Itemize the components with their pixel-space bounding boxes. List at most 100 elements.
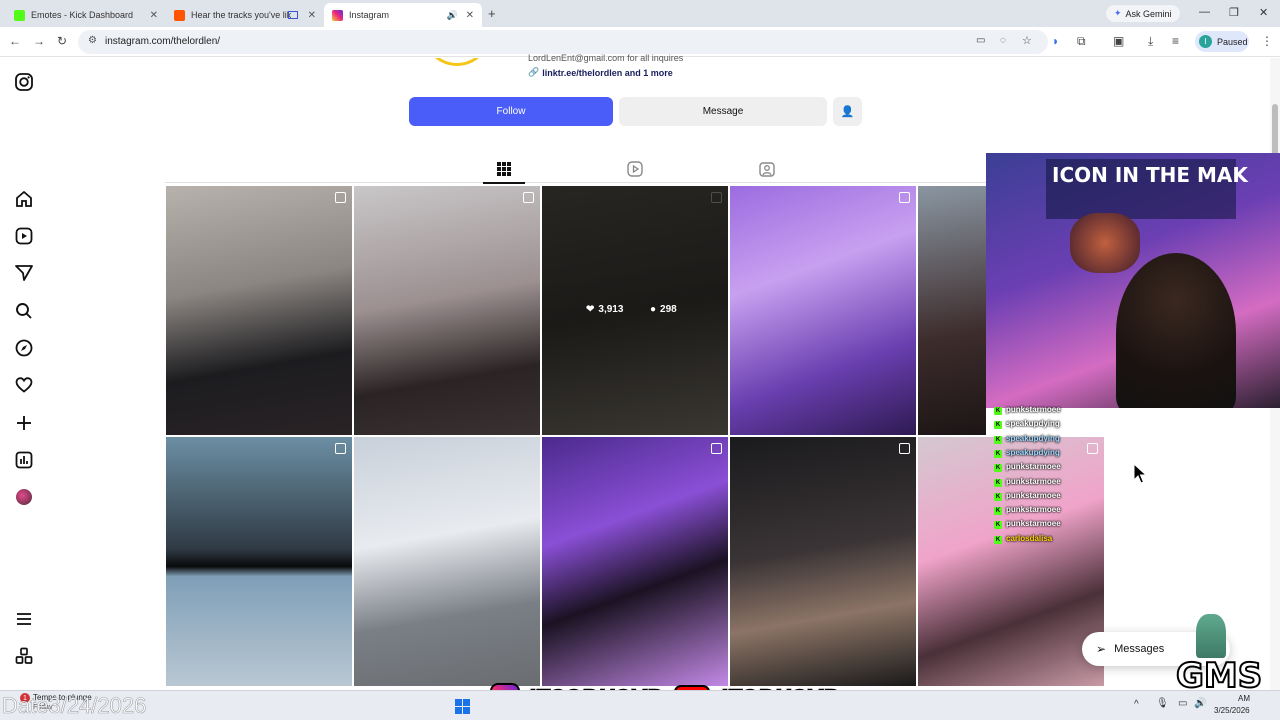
reload-button[interactable]: ↻ (57, 34, 67, 48)
close-icon[interactable]: ✕ (308, 10, 316, 21)
poster-text: ICON IN THE MAK (1052, 163, 1248, 187)
post-thumbnail[interactable] (730, 437, 916, 686)
kick-badge-icon: K (994, 507, 1002, 516)
tab-reels-icon[interactable] (627, 161, 643, 177)
dashboard-chart-icon[interactable] (14, 450, 34, 470)
post-thumbnail[interactable] (166, 186, 352, 435)
message-label: Message (702, 106, 744, 117)
chat-message: Kpunkstarmoee (994, 477, 1061, 487)
clock-date[interactable]: 3/25/2026 (1214, 706, 1250, 715)
volume-icon[interactable]: 🔊 (1194, 698, 1206, 709)
extensions-puzzle-icon[interactable]: ⧉ (1077, 34, 1086, 49)
windows-start-icon[interactable] (455, 699, 470, 714)
likes-value: 3,913 (598, 304, 624, 315)
chat-message: Kspeakupdying (994, 448, 1060, 458)
profile-avatar: I (1199, 35, 1212, 48)
tab-tagged-icon[interactable] (759, 161, 775, 177)
post-thumbnail[interactable] (542, 437, 728, 686)
clock-time[interactable]: AM (1238, 694, 1250, 703)
follow-button[interactable]: Follow (409, 97, 613, 126)
tab-kick-dashboard[interactable]: Emotes - Kick Dashboard ✕ (6, 3, 166, 27)
close-icon[interactable]: ✕ (466, 10, 474, 21)
direct-messages-icon[interactable] (14, 263, 34, 283)
downloads-icon[interactable]: ⤓ (1148, 34, 1153, 49)
tab-soundcloud[interactable]: Hear the tracks you've liked ✕ (166, 3, 324, 27)
menu-kebab-icon[interactable]: ⋮ (1261, 34, 1273, 48)
chat-username: speakupdying (1006, 433, 1060, 443)
tab-title: Hear the tracks you've liked (191, 10, 291, 20)
ask-gemini-button[interactable]: ✦ Ask Gemini (1106, 5, 1180, 22)
network-icon[interactable]: ▭ (1178, 698, 1187, 709)
post-thumbnail-hovered[interactable]: ❤ 3,913 ● 298 (542, 186, 728, 435)
tracking-icon[interactable]: ◌ (1000, 35, 1006, 46)
stream-chat-overlay: Kpunkstarmoee Kspeakupdying Kspeakupdying K… (991, 405, 1106, 550)
chat-username: speakupdying (1006, 419, 1060, 429)
close-icon[interactable]: ✕ (150, 10, 158, 21)
home-icon[interactable] (14, 189, 34, 209)
speaker-icon[interactable]: 🔊 (447, 10, 458, 21)
post-thumbnail[interactable] (730, 186, 916, 435)
microphone-icon[interactable]: 🎙 (1156, 698, 1169, 709)
profile-picture-ring[interactable] (420, 58, 494, 68)
chat-message: Kcarlosdalisa (994, 534, 1052, 544)
chat-message: Kpunkstarmoee (994, 491, 1061, 501)
picture-in-picture-icon (288, 11, 298, 19)
streamer-figure (1116, 253, 1236, 408)
tab-posts-grid-icon[interactable] (497, 162, 511, 176)
tab-instagram[interactable]: Instagram 🔊 ✕ (324, 3, 482, 27)
site-info-icon[interactable]: ⚙ (88, 35, 97, 46)
search-icon[interactable] (14, 301, 34, 321)
extension-icon[interactable]: ◗ (1052, 34, 1059, 48)
soundcloud-icon (174, 9, 185, 21)
chat-username: punkstarmoee (1006, 476, 1061, 486)
tray-chevron-icon[interactable]: ^ (1134, 699, 1139, 710)
chat-message: Kpunkstarmoee (994, 505, 1061, 516)
post-thumbnail[interactable] (166, 437, 352, 686)
restore-button[interactable]: ❐ (1229, 6, 1239, 19)
more-menu-icon[interactable] (14, 609, 34, 629)
close-window-button[interactable]: ✕ (1259, 6, 1268, 19)
tab-title: Emotes - Kick Dashboard (31, 10, 134, 20)
url-text: instagram.com/thelordlen/ (105, 36, 221, 47)
bookmark-star-icon[interactable]: ☆ (1022, 34, 1032, 47)
explore-compass-icon[interactable] (14, 338, 34, 358)
post-thumbnail[interactable] (354, 186, 540, 435)
split-view-icon[interactable]: ▣ (1113, 34, 1124, 48)
windows-taskbar: 1 Temps to plunge Friday ^ 🎙 ▭ 🔊 AM 3/25… (0, 690, 1280, 720)
gemini-icon: ✦ (1114, 8, 1122, 18)
bio-link[interactable]: 🔗 linktr.ee/thelordlen and 1 more (528, 67, 673, 78)
reels-icon[interactable] (14, 226, 34, 246)
suggested-accounts-button[interactable]: 👤 (833, 97, 862, 126)
webcam-overlay: ICON IN THE MAK (986, 153, 1280, 408)
message-button[interactable]: Message (619, 97, 827, 126)
kick-badge-icon: K (994, 407, 1002, 415)
post-thumbnail[interactable] (354, 437, 540, 686)
post-thumbnail[interactable] (918, 186, 986, 435)
chat-username: punkstarmoee (1006, 405, 1061, 414)
chat-message: Kspeakupdying (994, 419, 1060, 430)
install-app-icon[interactable]: ▭ (976, 35, 985, 46)
chat-message: Kpunkstarmoee (994, 462, 1061, 473)
profile-paused-button[interactable]: I Paused (1195, 31, 1249, 52)
forward-button[interactable]: → (33, 34, 45, 48)
notifications-heart-icon[interactable] (14, 375, 34, 395)
profile-avatar-icon[interactable] (16, 489, 32, 505)
ask-gemini-label: Ask Gemini (1125, 8, 1172, 19)
address-bar[interactable]: ⚙ instagram.com/thelordlen/ ▭ ◌ ☆ (78, 30, 1048, 54)
back-button[interactable]: ← (9, 34, 21, 48)
reel-icon (523, 192, 534, 203)
bio-email: LordLenEnt@gmail.com for all inquires (528, 53, 684, 63)
new-tab-button[interactable]: + (488, 6, 496, 21)
tab-divider (165, 182, 1105, 183)
follow-label: Follow (496, 106, 526, 117)
also-from-meta-icon[interactable] (14, 646, 34, 666)
link-icon: 🔗 (528, 67, 540, 77)
create-plus-icon[interactable] (14, 413, 34, 433)
instagram-logo-icon[interactable] (14, 72, 34, 92)
media-control-icon[interactable]: ≡ (1172, 34, 1179, 48)
chat-username: punkstarmoee (1006, 462, 1061, 472)
chat-username: speakupdying (1006, 447, 1060, 457)
minimize-button[interactable]: — (1199, 6, 1210, 18)
hover-overlay (542, 186, 728, 435)
date-watermark: Date3/24/2026 (2, 693, 147, 719)
